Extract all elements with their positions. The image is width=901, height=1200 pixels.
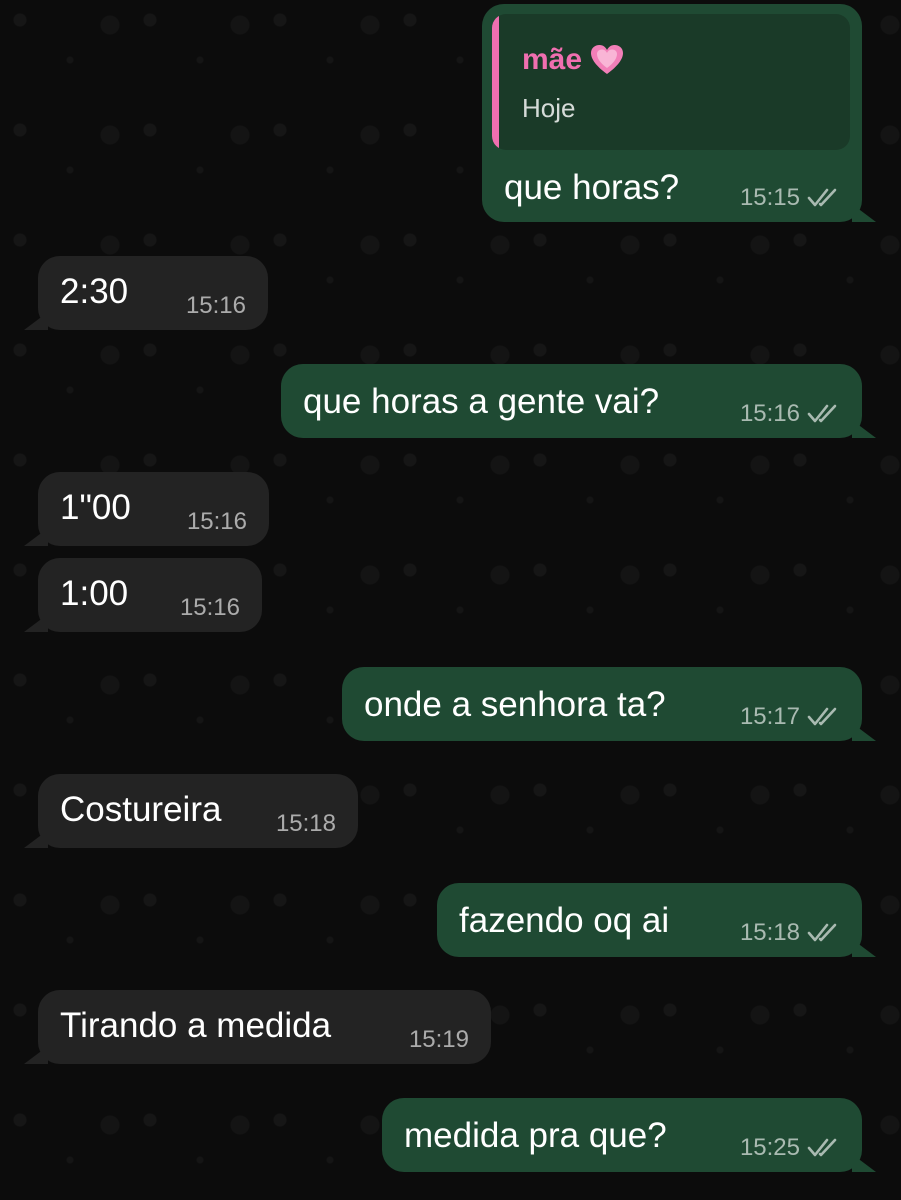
message-time: 15:15 (739, 184, 800, 211)
chat-thread[interactable]: mãe Hoje que horas? 15:15 2:30 15:16 que… (0, 0, 901, 1200)
double-check-icon (806, 706, 840, 728)
message-meta: 15:16 (187, 508, 247, 536)
message-meta: 15:25 (740, 1134, 840, 1162)
message-text: medida pra que? (404, 1116, 667, 1155)
message-text: 1:00 (60, 574, 129, 613)
outgoing-message[interactable]: fazendo oq ai 15:18 (437, 883, 876, 957)
message-time: 15:16 (185, 292, 246, 319)
message-meta: 15:15 (740, 184, 840, 212)
reply-author: mãe (522, 42, 624, 78)
message-time: 15:16 (739, 400, 800, 427)
double-check-icon (806, 187, 840, 209)
incoming-message[interactable]: 2:30 15:16 (24, 256, 268, 330)
incoming-message[interactable]: 1:00 15:16 (24, 558, 262, 632)
outgoing-message[interactable]: mãe Hoje que horas? 15:15 (482, 4, 876, 222)
message-text: Costureira (60, 790, 222, 829)
reply-quote[interactable]: mãe Hoje (492, 14, 850, 150)
message-meta: 15:16 (740, 400, 840, 428)
message-text: onde a senhora ta? (364, 685, 666, 724)
reply-author-name: mãe (522, 43, 583, 76)
message-time: 15:19 (408, 1026, 469, 1053)
message-meta: 15:16 (186, 292, 246, 320)
incoming-message[interactable]: Tirando a medida 15:19 (24, 990, 491, 1064)
message-time: 15:17 (739, 703, 800, 730)
message-text: que horas a gente vai? (303, 382, 660, 421)
message-meta: 15:16 (180, 594, 240, 622)
pink-heart-icon (591, 45, 624, 74)
message-time: 15:25 (739, 1134, 800, 1161)
reply-quote-bar (492, 14, 499, 150)
message-text: que horas? (504, 168, 680, 207)
message-text: fazendo oq ai (459, 901, 670, 940)
message-time: 15:16 (179, 594, 240, 621)
message-meta: 15:18 (740, 919, 840, 947)
message-text: 2:30 (60, 272, 129, 311)
double-check-icon (806, 922, 840, 944)
outgoing-message[interactable]: medida pra que? 15:25 (382, 1098, 876, 1172)
message-text: Tirando a medida (60, 1006, 332, 1045)
message-time: 15:16 (186, 508, 247, 535)
incoming-message[interactable]: 1"00 15:16 (24, 472, 269, 546)
message-meta: 15:17 (740, 703, 840, 731)
message-meta: 15:18 (276, 810, 336, 838)
outgoing-message[interactable]: onde a senhora ta? 15:17 (342, 667, 876, 741)
double-check-icon (806, 1137, 840, 1159)
message-meta: 15:19 (409, 1026, 469, 1054)
reply-text: Hoje (522, 93, 576, 123)
message-text: 1"00 (60, 488, 131, 527)
incoming-message[interactable]: Costureira 15:18 (24, 774, 358, 848)
double-check-icon (806, 403, 840, 425)
message-time: 15:18 (739, 919, 800, 946)
message-time: 15:18 (275, 810, 336, 837)
outgoing-message[interactable]: que horas a gente vai? 15:16 (281, 364, 876, 438)
